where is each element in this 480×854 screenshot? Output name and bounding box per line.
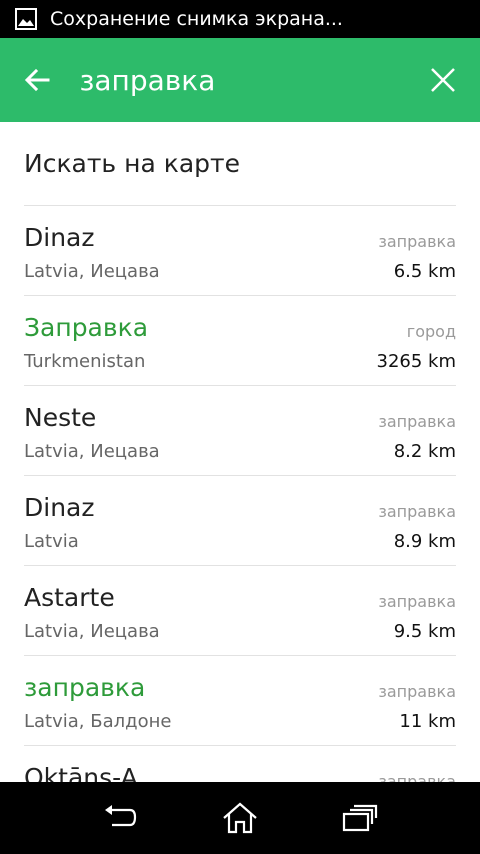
nav-recent-apps-icon — [342, 804, 378, 832]
result-item[interactable]: Astarte Latvia, Иецава заправка 9.5 km — [24, 566, 456, 656]
result-name: заправка — [24, 673, 146, 702]
result-type: заправка — [378, 682, 456, 701]
result-name: Заправка — [24, 313, 149, 342]
result-item[interactable]: Dinaz Latvia, Иецава заправка 6.5 km — [24, 206, 456, 296]
result-location: Latvia — [24, 531, 79, 552]
status-bar: Сохранение снимка экрана... — [0, 0, 480, 38]
image-icon — [14, 7, 38, 31]
search-app-bar — [0, 38, 480, 122]
nav-home-icon — [223, 802, 257, 834]
result-distance: 9.5 km — [393, 621, 456, 642]
result-name: Astarte — [24, 583, 115, 612]
result-type: заправка — [378, 232, 456, 251]
result-type: город — [406, 322, 456, 341]
status-text: Сохранение снимка экрана... — [50, 8, 343, 30]
result-location: Latvia, Иецава — [24, 441, 160, 462]
result-item[interactable]: Oktāns-A заправка — [24, 746, 456, 782]
result-distance: 8.9 km — [393, 531, 456, 552]
result-item[interactable]: Заправка Turkmenistan город 3265 km — [24, 296, 456, 386]
result-item[interactable]: Dinaz Latvia заправка 8.9 km — [24, 476, 456, 566]
result-location: Turkmenistan — [24, 351, 146, 372]
result-list: Dinaz Latvia, Иецава заправка 6.5 km Заправк… — [24, 206, 456, 782]
nav-recent-apps-button[interactable] — [330, 793, 390, 843]
result-name: Dinaz — [24, 223, 95, 252]
navigation-bar — [0, 782, 480, 854]
result-location: Latvia, Балдоне — [24, 711, 172, 732]
back-button[interactable] — [22, 60, 52, 100]
result-type: заправка — [378, 772, 456, 782]
result-type: заправка — [378, 502, 456, 521]
result-distance: 6.5 km — [393, 261, 456, 282]
result-distance: 11 km — [399, 711, 456, 732]
result-type: заправка — [378, 412, 456, 431]
result-distance: 3265 km — [376, 351, 457, 372]
result-name: Oktāns-A — [24, 763, 138, 782]
results-panel: Искать на карте Dinaz Latvia, Иецава запра… — [0, 122, 480, 782]
result-distance: 8.2 km — [393, 441, 456, 462]
result-item[interactable]: Neste Latvia, Иецава заправка 8.2 km — [24, 386, 456, 476]
search-input[interactable] — [79, 63, 429, 97]
nav-home-button[interactable] — [210, 793, 270, 843]
result-name: Dinaz — [24, 493, 95, 522]
result-type: заправка — [378, 592, 456, 611]
result-location: Latvia, Иецава — [24, 621, 160, 642]
nav-back-button[interactable] — [90, 793, 150, 843]
clear-search-button[interactable] — [429, 60, 459, 100]
nav-back-icon — [105, 805, 137, 827]
search-on-map-button[interactable]: Искать на карте — [24, 122, 456, 206]
arrow-left-icon — [24, 68, 50, 92]
close-icon — [431, 68, 456, 92]
result-location: Latvia, Иецава — [24, 261, 160, 282]
result-item[interactable]: заправка Latvia, Балдоне заправка 11 km — [24, 656, 456, 746]
result-name: Neste — [24, 403, 97, 432]
